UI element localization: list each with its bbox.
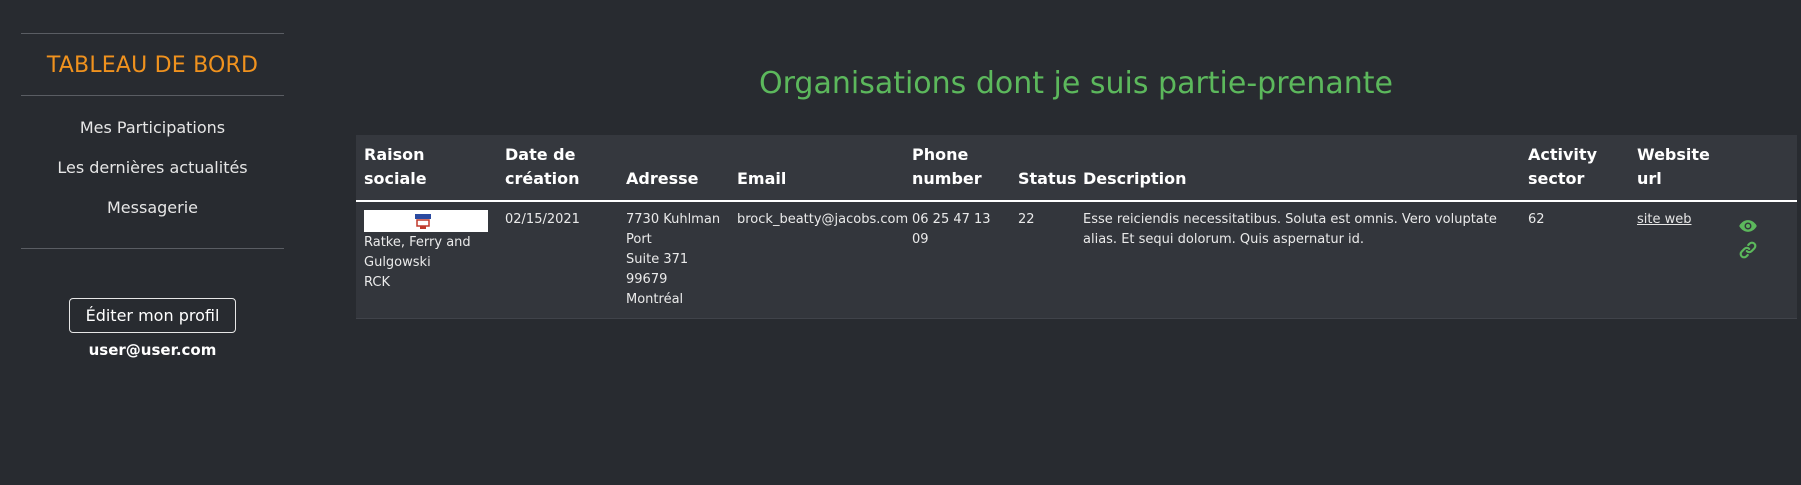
divider — [21, 248, 284, 249]
header-phone: Phone number — [904, 135, 1010, 202]
edit-profile-button[interactable]: Éditer mon profil — [68, 298, 237, 333]
organisation-name-line: Ratke, Ferry and — [364, 235, 471, 250]
header-actions — [1730, 135, 1797, 202]
organisation-acronym: RCK — [364, 275, 390, 290]
cell-email: brock_beatty@jacobs.com — [729, 201, 908, 319]
cell-phone: 06 25 47 13 09 — [904, 201, 1010, 319]
nav-item-messaging[interactable]: Messagerie — [21, 188, 284, 228]
cell-activity-sector: 62 — [1520, 201, 1629, 319]
organisations-table: Raison sociale Date de création Adresse … — [356, 135, 1797, 319]
cell-website: site web — [1629, 201, 1730, 319]
header-activity-sector: Activity sector — [1520, 135, 1629, 202]
sidebar-nav: Mes Participations Les dernières actuali… — [21, 96, 284, 248]
table-row: Ratke, Ferry and Gulgowski RCK 02/15/202… — [356, 201, 1797, 319]
link-icon[interactable] — [1738, 240, 1758, 260]
sidebar: TABLEAU DE BORD Mes Participations Les d… — [21, 0, 284, 359]
nav-item-news[interactable]: Les dernières actualités — [21, 148, 284, 188]
address-line: 7730 Kuhlman — [626, 212, 721, 227]
header-description: Description — [1075, 135, 1520, 202]
cell-adresse: 7730 Kuhlman Port Suite 371 99679 Montré… — [618, 201, 729, 319]
website-link[interactable]: site web — [1637, 212, 1692, 227]
header-email: Email — [729, 135, 904, 202]
user-email: user@user.com — [88, 341, 217, 359]
cell-status: 22 — [1010, 201, 1075, 319]
page-title: Organisations dont je suis partie-prenan… — [759, 66, 1393, 101]
header-website-url: Website url — [1629, 135, 1730, 202]
address-line: Montréal — [626, 292, 684, 307]
cell-date-creation: 02/15/2021 — [497, 201, 618, 319]
header-adresse: Adresse — [618, 135, 729, 202]
address-line: Port — [626, 232, 652, 247]
dashboard-title[interactable]: TABLEAU DE BORD — [21, 34, 284, 95]
cell-actions — [1730, 201, 1797, 319]
address-line: 99679 — [626, 272, 668, 287]
header-raison-sociale: Raison sociale — [356, 135, 497, 202]
page: TABLEAU DE BORD Mes Participations Les d… — [0, 0, 1801, 485]
eye-icon[interactable] — [1738, 216, 1758, 236]
header-date-creation: Date de création — [497, 135, 618, 202]
address-line: Suite 371 — [626, 252, 689, 267]
cell-description: Esse reiciendis necessitatibus. Soluta e… — [1075, 201, 1520, 319]
organisations-table-container: Raison sociale Date de création Adresse … — [356, 135, 1797, 319]
table-header-row: Raison sociale Date de création Adresse … — [356, 135, 1797, 202]
nav-item-participations[interactable]: Mes Participations — [21, 108, 284, 148]
header-status: Status — [1010, 135, 1077, 202]
organisation-name-line: Gulgowski — [364, 255, 431, 270]
organisation-logo — [364, 210, 488, 232]
cell-raison-sociale: Ratke, Ferry and Gulgowski RCK — [356, 201, 497, 319]
logo-image — [412, 212, 434, 230]
